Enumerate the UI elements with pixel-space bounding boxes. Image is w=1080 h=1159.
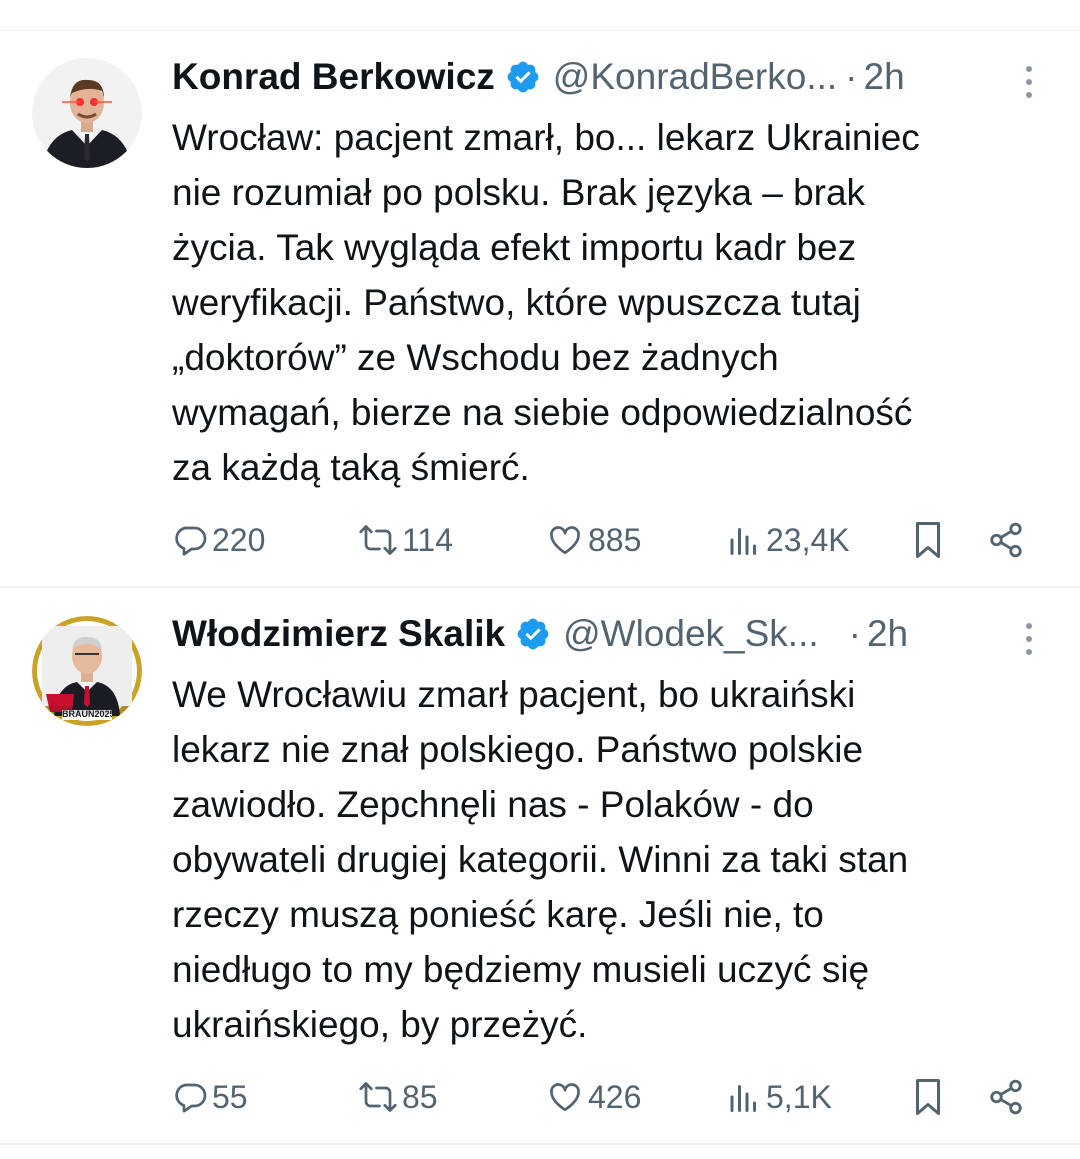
views-button[interactable]: 23,4K bbox=[726, 516, 850, 564]
avatar-banner-text: BRAUN2025 bbox=[62, 709, 112, 719]
bookmark-button[interactable] bbox=[910, 1073, 946, 1121]
like-icon bbox=[550, 1083, 580, 1112]
reply-button[interactable]: 55 bbox=[172, 1073, 248, 1121]
reply-count: 220 bbox=[212, 521, 266, 558]
views-button[interactable]: 5,1K bbox=[726, 1073, 832, 1121]
reply-icon bbox=[175, 526, 207, 556]
reply-icon bbox=[175, 1083, 207, 1113]
share-icon bbox=[990, 1079, 1022, 1115]
handle[interactable]: @Wlodek_Sk... bbox=[563, 613, 819, 655]
more-vertical-icon[interactable] bbox=[1024, 622, 1034, 656]
tweet-header: Konrad Berkowicz @KonradBerko... · 2h bbox=[172, 53, 1050, 101]
repost-icon bbox=[359, 525, 397, 555]
verified-badge-icon bbox=[507, 61, 539, 93]
repost-button[interactable]: 85 bbox=[358, 1073, 438, 1121]
tweet[interactable]: BRAUN2025 Włodzimierz Skalik @Wlodek_Sk.… bbox=[0, 588, 1080, 1144]
reply-count: 55 bbox=[212, 1078, 248, 1115]
separator-dot: · bbox=[845, 56, 858, 97]
more-vertical-icon[interactable] bbox=[1024, 65, 1034, 99]
bookmark-icon bbox=[916, 522, 940, 558]
timestamp[interactable]: 2h bbox=[867, 613, 908, 655]
repost-count: 85 bbox=[402, 1078, 438, 1115]
tweet-text: Wrocław: pacjent zmarł, bo... lekarz Ukr… bbox=[172, 117, 920, 488]
reply-button[interactable]: 220 bbox=[172, 516, 265, 564]
views-icon bbox=[730, 1085, 756, 1112]
tweet-actions: 220 114 885 23,4K bbox=[172, 516, 1032, 564]
share-button[interactable] bbox=[987, 1073, 1025, 1121]
avatar[interactable] bbox=[32, 58, 142, 168]
avatar[interactable]: BRAUN2025 bbox=[32, 616, 142, 726]
views-count: 5,1K bbox=[766, 1078, 832, 1115]
tweet-text: We Wrocławiu zmarł pacjent, bo ukraiński… bbox=[172, 674, 909, 1045]
share-button[interactable] bbox=[987, 516, 1025, 564]
like-count: 426 bbox=[588, 1078, 642, 1115]
tweet[interactable]: Konrad Berkowicz @KonradBerko... · 2h Wr… bbox=[0, 31, 1080, 587]
like-count: 885 bbox=[588, 521, 642, 558]
repost-count: 114 bbox=[402, 521, 454, 558]
bookmark-button[interactable] bbox=[910, 516, 946, 564]
views-icon bbox=[730, 528, 756, 555]
handle[interactable]: @KonradBerko... bbox=[553, 56, 837, 98]
views-count: 23,4K bbox=[766, 521, 850, 558]
repost-icon bbox=[359, 1082, 397, 1112]
share-icon bbox=[990, 522, 1022, 558]
tweet-header: Włodzimierz Skalik @Wlodek_Sk... · 2h bbox=[172, 610, 1050, 658]
like-button[interactable]: 426 bbox=[546, 1073, 641, 1121]
timestamp[interactable]: 2h bbox=[864, 56, 905, 98]
display-name[interactable]: Konrad Berkowicz bbox=[172, 56, 495, 98]
display-name[interactable]: Włodzimierz Skalik bbox=[172, 613, 505, 655]
verified-badge-icon bbox=[517, 618, 549, 650]
tweet-actions: 55 85 426 5,1K bbox=[172, 1073, 1032, 1121]
repost-button[interactable]: 114 bbox=[358, 516, 453, 564]
like-button[interactable]: 885 bbox=[546, 516, 641, 564]
tweet-divider bbox=[0, 1143, 1080, 1145]
separator-dot: · bbox=[848, 613, 861, 654]
like-icon bbox=[550, 526, 580, 555]
bookmark-icon bbox=[916, 1079, 940, 1115]
